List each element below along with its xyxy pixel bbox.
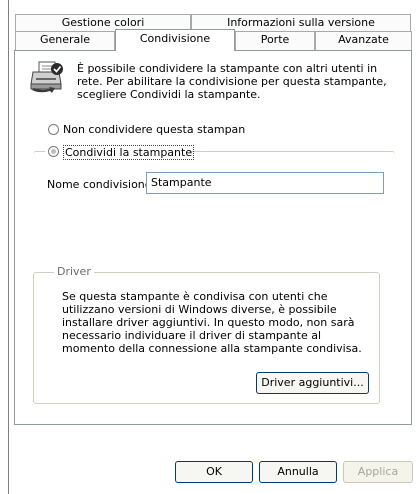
- shared-printer-icon: [30, 61, 63, 93]
- radio-share-dot: [51, 149, 56, 154]
- window-left-edge: [8, 0, 9, 494]
- apply-label: Applica: [357, 465, 399, 478]
- driver-info-text: Se questa stampante è condivisa con uten…: [62, 290, 362, 355]
- cancel-button[interactable]: Annulla: [259, 461, 337, 483]
- ok-button[interactable]: OK: [175, 461, 253, 483]
- share-name-input[interactable]: Stampante: [146, 172, 384, 194]
- tab-advanced[interactable]: Avanzate: [315, 31, 412, 51]
- apply-button[interactable]: Applica: [343, 461, 413, 483]
- radio-no-share-text: Non condividere questa stampan: [63, 123, 246, 136]
- tab-general[interactable]: Generale: [15, 31, 115, 51]
- radio-share[interactable]: [48, 146, 59, 157]
- additional-drivers-label: Driver aggiuntivi...: [261, 376, 364, 389]
- radio-share-text: Condividi la stampante: [65, 146, 193, 159]
- radio-no-share[interactable]: [48, 124, 59, 135]
- tab-sharing[interactable]: Condivisione: [115, 29, 235, 51]
- radio-no-share-label[interactable]: Non condividere questa stampan: [63, 123, 245, 136]
- cancel-label: Annulla: [277, 465, 319, 478]
- additional-drivers-button[interactable]: Driver aggiuntivi...: [256, 372, 369, 394]
- ok-label: OK: [206, 465, 222, 478]
- sharing-info-text: È possibile condividere la stampante con…: [77, 62, 387, 101]
- printer-properties-dialog: Gestione colori Informazioni sulla versi…: [0, 0, 419, 494]
- driver-legend: Driver: [54, 265, 94, 278]
- tab-ports[interactable]: Porte: [235, 31, 315, 51]
- radio-share-label[interactable]: Condividi la stampante: [63, 145, 195, 160]
- share-name-group: [33, 151, 395, 251]
- share-name-label: Nome condivisione:: [47, 178, 156, 191]
